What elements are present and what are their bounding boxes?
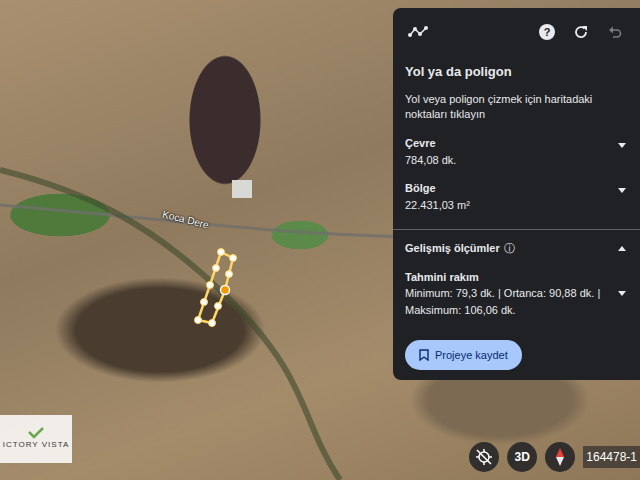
measurement-value: 22.431,03 m² — [405, 197, 470, 214]
expand-caret-icon[interactable] — [618, 188, 626, 193]
path-icon — [408, 25, 428, 39]
panel-title: Yol ya da poligon — [405, 62, 628, 82]
info-icon[interactable]: ⓘ — [504, 242, 515, 254]
help-icon: ? — [539, 24, 555, 40]
map-label: Koca Dere — [161, 207, 210, 233]
toolbar: ? — [405, 20, 628, 44]
compass-icon — [553, 447, 567, 467]
undo-button — [602, 20, 628, 44]
location-button[interactable] — [469, 442, 499, 472]
watermark-text: ICTORY VISTA — [3, 439, 70, 451]
expand-caret-icon[interactable] — [618, 291, 626, 296]
save-button[interactable]: Projeye kaydet — [405, 340, 522, 371]
scale-text: 164478-1 — [583, 446, 640, 468]
help-button[interactable]: ? — [534, 20, 560, 44]
elevation-label: Tahmini rakım — [405, 269, 615, 286]
advanced-title: Gelişmiş ölçümler — [405, 242, 500, 254]
divider — [393, 229, 640, 230]
measure-panel: ? Yol ya da poligon Yol veya poligon çizme… — [393, 8, 640, 380]
instruction-text: Yol veya poligon çizmek için haritadaki … — [405, 92, 628, 124]
watermark-logo: ICTORY VISTA — [0, 415, 72, 463]
measurement-label: Bölge — [405, 180, 470, 197]
elevation-row[interactable]: Tahmini rakımMinimum: 79,3 dk. | Ortanca… — [405, 269, 628, 319]
advanced-header[interactable]: Gelişmiş ölçümler ⓘ — [405, 240, 628, 257]
undo-icon — [607, 24, 623, 40]
measurement-label: Çevre — [405, 135, 456, 152]
measurement-row[interactable]: Çevre784,08 dk. — [405, 135, 628, 168]
compass-button[interactable] — [545, 442, 575, 472]
measurement-value: 784,08 dk. — [405, 152, 456, 169]
location-off-icon — [475, 448, 493, 466]
elevation-value: Minimum: 79,3 dk. | Ortanca: 90,88 dk. |… — [405, 285, 615, 318]
refresh-button[interactable] — [568, 20, 594, 44]
view-3d-button[interactable]: 3D — [507, 442, 537, 472]
bookmark-icon — [419, 349, 429, 361]
save-label: Projeye kaydet — [435, 347, 508, 364]
map-controls: 3D 164478-1 — [469, 442, 640, 472]
path-tool[interactable] — [405, 20, 431, 44]
refresh-icon — [573, 24, 589, 40]
measurement-row[interactable]: Bölge22.431,03 m² — [405, 180, 628, 213]
expand-caret-icon[interactable] — [618, 246, 626, 251]
check-logo-icon — [26, 427, 46, 439]
expand-caret-icon[interactable] — [618, 143, 626, 148]
